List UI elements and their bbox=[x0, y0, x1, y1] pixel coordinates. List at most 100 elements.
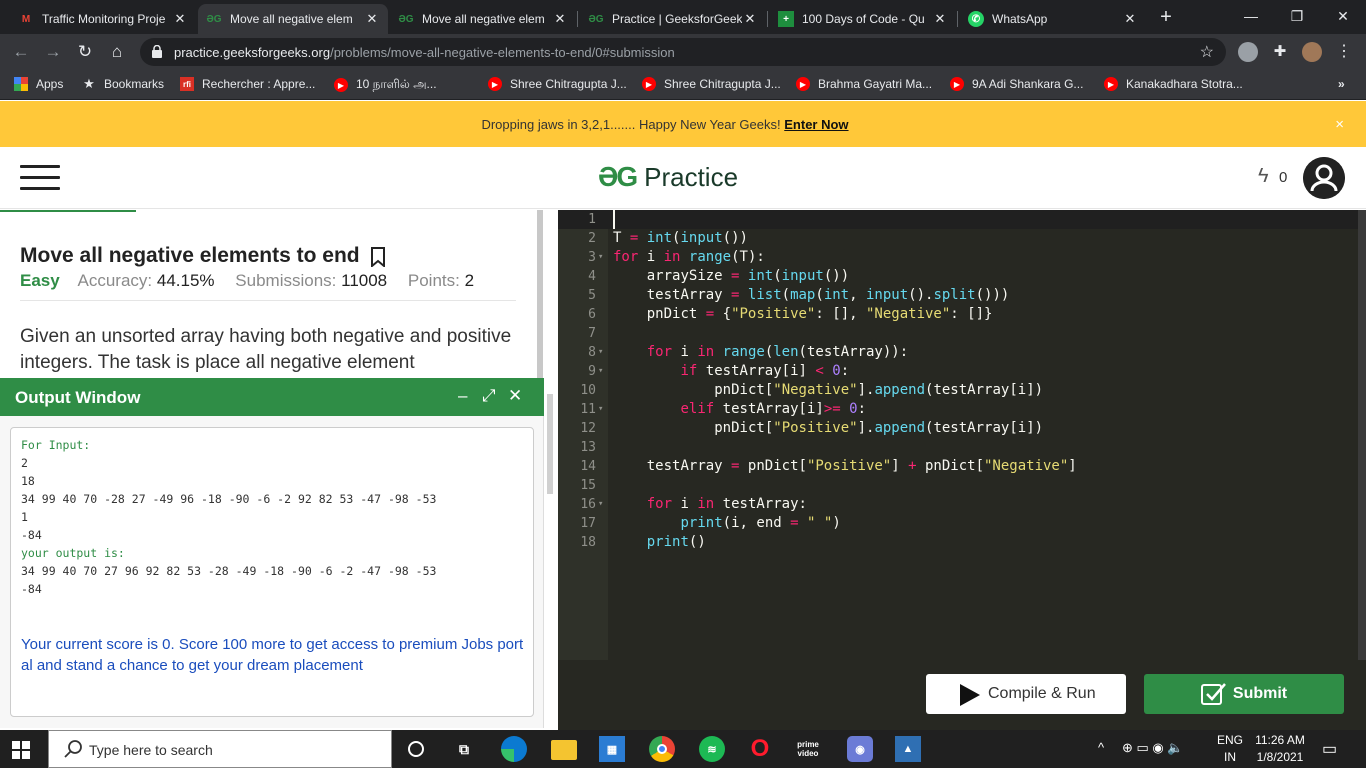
minimize-icon[interactable]: – bbox=[458, 386, 467, 406]
code-line[interactable]: 14 testArray = pnDict["Positive"] + pnDi… bbox=[558, 457, 1358, 476]
home-button[interactable]: ⌂ bbox=[106, 41, 128, 63]
taskbar-clock[interactable]: 11:26 AM 1/8/2021 bbox=[1250, 732, 1310, 766]
play-icon bbox=[960, 684, 980, 706]
back-button[interactable]: ← bbox=[10, 41, 32, 63]
scrollbar[interactable] bbox=[537, 210, 543, 380]
code-text: pnDict["Positive"].append(testArray[i]) bbox=[714, 420, 1044, 436]
new-tab-button[interactable]: + bbox=[1155, 6, 1177, 28]
bookmark-youtube-3[interactable]: ▶ Shree Chitragupta J... bbox=[642, 77, 781, 91]
editor-scrollbar[interactable] bbox=[1358, 210, 1366, 660]
code-line[interactable]: 9 ▾ if testArray[i] < 0: bbox=[558, 362, 1358, 381]
more-bookmarks-button[interactable]: » bbox=[1338, 77, 1345, 91]
tab-100-days[interactable]: + 100 Days of Code - Qu ✕ bbox=[770, 4, 956, 34]
task-view-icon[interactable]: ⧉ bbox=[451, 736, 477, 762]
bookmark-bookmarks[interactable]: ★ Bookmarks bbox=[82, 76, 164, 91]
camera-icon[interactable]: ◉ bbox=[847, 736, 873, 762]
submit-button[interactable]: Submit bbox=[1144, 674, 1344, 714]
close-tab-icon[interactable]: ✕ bbox=[364, 11, 380, 27]
puzzle-extensions-icon[interactable]: ✚ bbox=[1270, 42, 1290, 62]
bookmark-youtube-4[interactable]: ▶ Brahma Gayatri Ma... bbox=[796, 77, 932, 91]
code-line[interactable]: 5 testArray = list(map(int, input().spli… bbox=[558, 286, 1358, 305]
photos-icon[interactable]: ▲ bbox=[895, 736, 921, 762]
extension-icon[interactable] bbox=[1238, 42, 1258, 62]
tab-move-negative-2[interactable]: ƏG Move all negative elem ✕ bbox=[390, 4, 576, 34]
bookmark-youtube-2[interactable]: ▶ Shree Chitragupta J... bbox=[488, 77, 627, 91]
submissions-value: 11008 bbox=[341, 271, 388, 290]
tab-separator bbox=[577, 11, 578, 27]
profile-avatar-icon[interactable] bbox=[1302, 42, 1322, 62]
fold-arrow-icon[interactable]: ▾ bbox=[598, 400, 608, 419]
store-icon[interactable]: ▦ bbox=[599, 736, 625, 762]
tray-chevron-icon[interactable]: ^ bbox=[1098, 740, 1104, 755]
close-tab-icon[interactable]: ✕ bbox=[1122, 11, 1138, 27]
cortana-icon[interactable] bbox=[403, 736, 429, 762]
code-line[interactable]: 16 ▾ for i in testArray: bbox=[558, 495, 1358, 514]
banner-close-icon[interactable]: × bbox=[1335, 116, 1344, 133]
forward-button[interactable]: → bbox=[42, 41, 64, 63]
language-indicator[interactable]: ENG IN bbox=[1217, 732, 1243, 766]
file-explorer-icon[interactable] bbox=[551, 740, 577, 760]
chrome-icon[interactable] bbox=[649, 736, 675, 762]
tray-icons[interactable]: ⊕ ▭ ◉ 🔈 bbox=[1122, 740, 1184, 756]
prime-video-icon[interactable]: prime video bbox=[795, 736, 821, 762]
code-line[interactable]: 4 arraySize = int(input()) bbox=[558, 267, 1358, 286]
edge-icon[interactable] bbox=[501, 736, 527, 762]
code-line[interactable]: 6 pnDict = {"Positive": [], "Negative": … bbox=[558, 305, 1358, 324]
close-icon[interactable]: ✕ bbox=[508, 386, 522, 406]
line-number: 18 bbox=[580, 535, 596, 550]
compile-run-button[interactable]: Compile & Run bbox=[926, 674, 1126, 714]
close-tab-icon[interactable]: ✕ bbox=[552, 11, 568, 27]
hamburger-menu-icon[interactable] bbox=[20, 165, 60, 191]
bookmark-youtube-5[interactable]: ▶ 9A Adi Shankara G... bbox=[950, 77, 1083, 91]
code-line[interactable]: 3 ▾ for i in range(T): bbox=[558, 248, 1358, 267]
spotify-icon[interactable]: ≋ bbox=[699, 736, 725, 762]
code-line[interactable]: 2 T = int(input()) bbox=[558, 229, 1358, 248]
bookmark-star-icon[interactable]: ☆ bbox=[1200, 42, 1214, 62]
bookmark-icon[interactable] bbox=[370, 247, 386, 267]
tab-traffic-monitoring[interactable]: M Traffic Monitoring Proje ✕ bbox=[10, 4, 196, 34]
code-line[interactable]: 17 print(i, end = " ") bbox=[558, 514, 1358, 533]
fold-arrow-icon[interactable]: ▾ bbox=[598, 495, 608, 514]
code-line[interactable]: 18 print() bbox=[558, 533, 1358, 552]
output-scrollbar[interactable] bbox=[547, 394, 553, 494]
tab-move-negative-active[interactable]: ƏG Move all negative elem ✕ bbox=[198, 4, 388, 34]
close-window-button[interactable]: ✕ bbox=[1320, 4, 1366, 28]
tab-whatsapp[interactable]: ✆ WhatsApp ✕ bbox=[960, 4, 1146, 34]
line-number: 16 bbox=[580, 497, 596, 512]
code-editor[interactable]: 12T = int(input()) 3 ▾ for i in range(T): 4 … bbox=[558, 210, 1366, 660]
restore-button[interactable]: ❐ bbox=[1274, 4, 1320, 28]
windows-start-icon[interactable] bbox=[12, 741, 30, 759]
gfg-practice-logo[interactable]: ƏG Practice bbox=[598, 161, 738, 193]
user-avatar-icon[interactable] bbox=[1303, 157, 1345, 199]
youtube-icon: ▶ bbox=[796, 77, 810, 91]
fold-arrow-icon[interactable]: ▾ bbox=[598, 248, 608, 267]
bookmark-youtube-1[interactable]: ▶ 10 நாளில் அ... bbox=[334, 77, 437, 93]
code-line[interactable]: 10 pnDict["Negative"].append(testArray[i… bbox=[558, 381, 1358, 400]
close-tab-icon[interactable]: ✕ bbox=[932, 11, 948, 27]
fold-arrow-icon[interactable]: ▾ bbox=[598, 362, 608, 381]
code-line[interactable]: 11 ▾ elif testArray[i]>= 0: bbox=[558, 400, 1358, 419]
taskbar-search-box[interactable]: Type here to search bbox=[48, 730, 392, 768]
tab-practice-gfg[interactable]: ƏG Practice | GeeksforGeek ✕ bbox=[580, 4, 766, 34]
code-line[interactable]: 15 bbox=[558, 476, 1358, 495]
bookmark-apps[interactable]: Apps bbox=[14, 77, 63, 91]
close-tab-icon[interactable]: ✕ bbox=[742, 11, 758, 27]
code-line[interactable]: 8 ▾ for i in range(len(testArray)): bbox=[558, 343, 1358, 362]
menu-dots-icon[interactable]: ⋮ bbox=[1334, 42, 1354, 62]
bookmark-rechercher[interactable]: rfi Rechercher : Appre... bbox=[180, 77, 315, 91]
reload-button[interactable]: ↻ bbox=[74, 41, 96, 63]
address-bar[interactable]: practice.geeksforgeeks.org/problems/move… bbox=[140, 38, 1226, 66]
banner-enter-link[interactable]: Enter Now bbox=[784, 117, 848, 132]
code-line[interactable]: 12 pnDict["Positive"].append(testArray[i… bbox=[558, 419, 1358, 438]
code-line[interactable]: 13 bbox=[558, 438, 1358, 457]
bookmark-youtube-6[interactable]: ▶ Kanakadhara Stotra... bbox=[1104, 77, 1243, 91]
code-line[interactable]: 7 bbox=[558, 324, 1358, 343]
fold-arrow-icon[interactable]: ▾ bbox=[598, 343, 608, 362]
minimize-button[interactable]: — bbox=[1228, 4, 1274, 28]
code-line[interactable]: 1 bbox=[558, 210, 1358, 229]
expand-icon[interactable]: ⤢ bbox=[482, 386, 496, 406]
notifications-icon[interactable]: ▭ bbox=[1322, 739, 1337, 759]
close-tab-icon[interactable]: ✕ bbox=[172, 11, 188, 27]
line-number: 12 bbox=[580, 421, 596, 436]
opera-icon[interactable]: O bbox=[747, 735, 773, 762]
